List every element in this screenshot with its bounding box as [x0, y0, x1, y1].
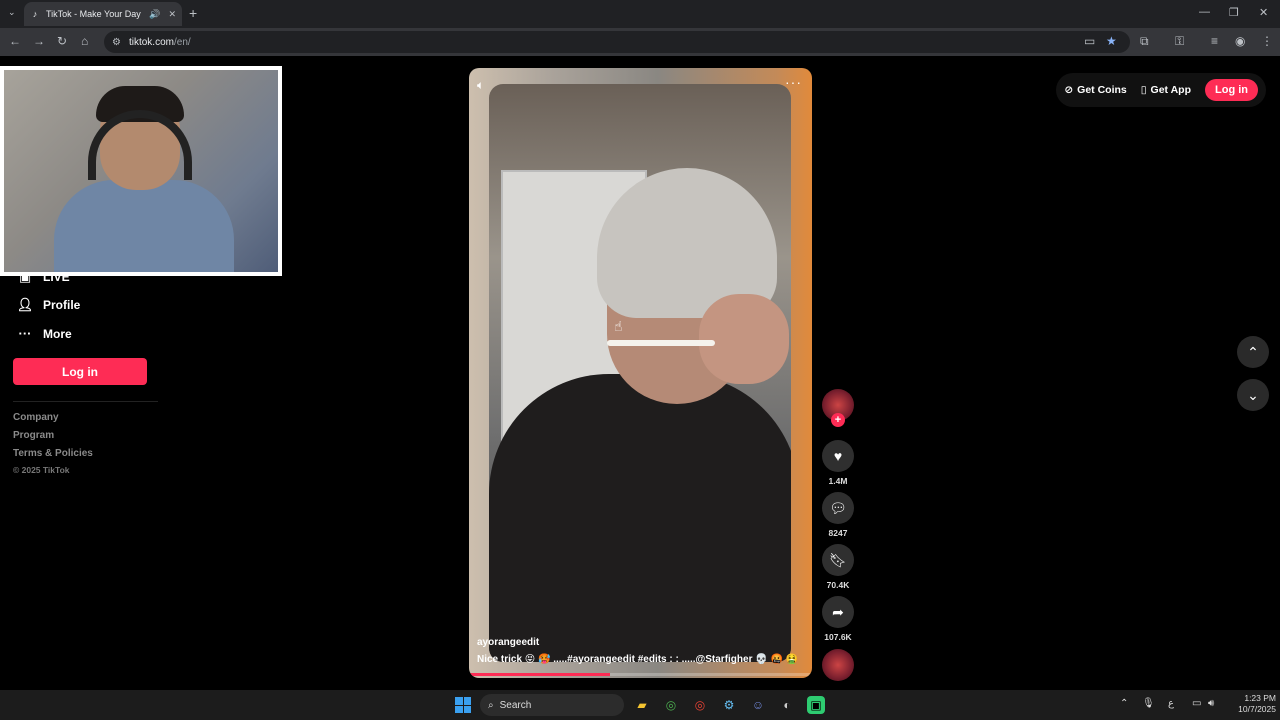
taskbar-search-label: Search [499, 699, 532, 711]
password-key-icon[interactable]: ⚿ [1175, 34, 1184, 49]
clock-time: 1:23 PM [1244, 693, 1276, 703]
video-more-options-icon[interactable]: ··· [785, 74, 802, 90]
window-close-icon[interactable]: ✕ [1259, 6, 1268, 19]
get-coins-link[interactable]: ⊘ Get Coins [1064, 84, 1126, 96]
network-icon[interactable]: ▭ [1192, 698, 1201, 709]
like-count: 1.4M [828, 476, 848, 486]
microphone-icon[interactable]: 🎙︎ [1142, 698, 1155, 709]
forward-icon[interactable]: → [33, 34, 45, 48]
sidebar-login-button[interactable]: Log in [13, 358, 147, 385]
share-count: 107.6K [824, 632, 852, 642]
tab-title: TikTok - Make Your Day [46, 9, 141, 19]
reload-icon[interactable]: ↻ [57, 34, 67, 48]
coin-icon: ⊘ [1064, 84, 1074, 96]
person-icon: 👤︎ [16, 297, 34, 312]
url-domain: tiktok.com [128, 36, 174, 48]
share-arrow-icon: ➦ [832, 603, 844, 620]
tab-audio-icon[interactable]: 🔊 [149, 9, 160, 20]
video-caption: Nice trick 😝 🥵 .....#ayorangeedit #edits… [477, 654, 799, 665]
video-player[interactable]: 🔈︎ ··· ayorangeedit Nice trick 😝 🥵 .....… [469, 68, 812, 678]
windows-taskbar: ⌕ Search ▰ ◎ ◎ ⚙ ☺ ◐ ▣ ⌃ 🎙︎ ع ▭ 🔊︎ 1:23 … [0, 690, 1280, 720]
more-dots-icon: ··· [18, 326, 32, 341]
profile-avatar-icon[interactable]: ◉ [1235, 34, 1245, 48]
comment-count: 8247 [828, 528, 848, 538]
copyright-text: © 2025 TikTok [13, 465, 70, 475]
new-tab-icon[interactable]: + [189, 5, 197, 21]
home-icon[interactable]: ⌂ [81, 34, 88, 48]
browser-toolbar: ← → ↻ ⌂ ⚙ tiktok.com/en/ ▭ ★ ⧉ ⚿ ≡ ◉ ⋮ [0, 28, 1280, 56]
browser-menu-icon[interactable]: ⋮ [1261, 34, 1273, 48]
heart-icon: ♥ [833, 448, 843, 464]
video-progress-fill [469, 673, 610, 676]
windows-start-icon[interactable] [455, 697, 471, 713]
video-author[interactable]: ayorangeedit [477, 637, 539, 648]
chrome-icon[interactable]: ◎ [662, 696, 680, 714]
sidebar-divider [13, 401, 158, 402]
footer-link-company[interactable]: Company [13, 412, 59, 423]
file-explorer-icon[interactable]: ▰ [633, 696, 651, 714]
obs-icon[interactable]: ◐ [778, 696, 796, 714]
sidebar-item-more[interactable]: ··· More [16, 326, 72, 341]
phone-icon: ▯ [1140, 84, 1147, 96]
app-icon[interactable]: ▣ [807, 696, 825, 714]
tiktok-page: ▣ LIVE 👤︎ Profile ··· More Log in Compan… [0, 56, 1280, 690]
tab-search-icon[interactable]: ⌄ [8, 7, 16, 18]
webcam-overlay [0, 66, 282, 276]
mouse-cursor-icon: ☝ [614, 318, 623, 334]
sidebar-item-profile[interactable]: 👤︎ Profile [16, 297, 81, 313]
browser-tab[interactable]: ♪ TikTok - Make Your Day 🔊 ✕ [24, 2, 182, 26]
video-progress-bar[interactable] [469, 673, 812, 676]
chevron-down-icon: ⌄ [1247, 386, 1259, 403]
video-frame-image [489, 84, 791, 662]
bookmark-icon: 🔖︎ [829, 551, 847, 568]
tray-expand-icon[interactable]: ⌃ [1120, 698, 1128, 709]
taskbar-search[interactable]: ⌕ Search [480, 694, 624, 716]
get-app-link[interactable]: ▯ Get App [1141, 84, 1191, 96]
chevron-up-icon: ⌃ [1247, 343, 1259, 360]
browser-tab-strip: ⌄ ♪ TikTok - Make Your Day 🔊 ✕ + — ❐ ✕ [0, 0, 1280, 28]
address-bar[interactable]: ⚙ tiktok.com/en/ [104, 31, 1130, 53]
save-count: 70.4K [826, 580, 850, 590]
next-video-button[interactable]: ⌄ [1237, 379, 1269, 411]
minimize-icon[interactable]: — [1199, 6, 1210, 18]
site-info-icon[interactable]: ⚙ [112, 37, 121, 48]
system-clock[interactable]: 1:23 PM 10/7/2025 [1222, 693, 1276, 715]
discord-icon[interactable]: ☺ [749, 696, 767, 714]
top-right-actions: ⊘ Get Coins ▯ Get App Log in [1056, 73, 1266, 107]
music-disc-icon[interactable] [822, 649, 854, 681]
url-path: /en/ [173, 36, 191, 48]
header-login-button[interactable]: Log in [1205, 79, 1258, 101]
tiktok-favicon-icon: ♪ [32, 9, 38, 19]
restore-icon[interactable]: ❐ [1229, 6, 1239, 19]
footer-link-program[interactable]: Program [13, 430, 54, 441]
bookmark-star-icon[interactable]: ★ [1106, 34, 1117, 48]
speaker-icon[interactable]: 🔊︎ [1208, 698, 1214, 709]
save-button[interactable]: 🔖︎ [822, 544, 854, 576]
tab-close-icon[interactable]: ✕ [168, 9, 176, 20]
webcam-feed-image [4, 70, 278, 272]
language-icon[interactable]: ع [1168, 698, 1174, 709]
back-icon[interactable]: ← [9, 34, 21, 48]
comment-icon: 💬︎ [829, 499, 847, 516]
follow-plus-icon[interactable]: + [831, 413, 845, 427]
search-icon: ⌕ [488, 699, 494, 711]
volume-icon[interactable]: 🔈︎ [477, 78, 484, 93]
extensions-icon[interactable]: ⧉ [1140, 34, 1149, 49]
like-button[interactable]: ♥ [822, 440, 854, 472]
cast-icon[interactable]: ▭ [1084, 34, 1095, 48]
footer-link-terms[interactable]: Terms & Policies [13, 448, 93, 459]
get-app-label: Get App [1150, 84, 1191, 96]
media-control-icon[interactable]: ≡ [1211, 34, 1218, 48]
sidebar-item-label: Profile [43, 298, 81, 312]
steam-icon[interactable]: ⚙ [720, 696, 738, 714]
comment-button[interactable]: 💬︎ [822, 492, 854, 524]
sidebar-item-label: More [43, 326, 72, 341]
previous-video-button[interactable]: ⌃ [1237, 336, 1269, 368]
chrome-profile-icon[interactable]: ◎ [691, 696, 709, 714]
get-coins-label: Get Coins [1077, 84, 1127, 96]
share-button[interactable]: ➦ [822, 596, 854, 628]
clock-date: 10/7/2025 [1238, 704, 1276, 714]
